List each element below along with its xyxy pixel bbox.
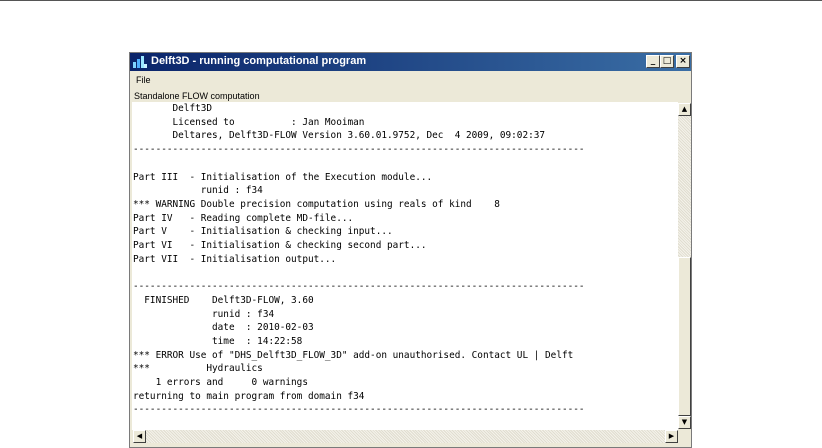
- output-line: date : 2010-02-03: [133, 322, 314, 334]
- output-line: 1 errors and 0 warnings: [133, 377, 308, 389]
- window-titlebar[interactable]: Delft3D - running computational program …: [130, 53, 691, 71]
- output-line: Delft3D: [133, 103, 213, 114]
- arrow-left-icon[interactable]: ◀: [133, 430, 146, 443]
- status-label: Standalone FLOW computation: [134, 91, 260, 101]
- arrow-down-icon[interactable]: ▼: [678, 416, 691, 429]
- output-line: ----------------------------------------…: [133, 281, 585, 293]
- output-line: Part VII - Initialisation output...: [133, 253, 337, 265]
- output-line: returning to main program from domain f3…: [133, 390, 365, 402]
- output-line: runid : f34: [133, 185, 263, 197]
- output-line: Part V - Initialisation & checking input…: [133, 226, 393, 238]
- output-line: FINISHED Delft3D-FLOW, 3.60: [133, 294, 314, 306]
- horizontal-scroll-track[interactable]: [146, 430, 665, 443]
- output-line: Part VI - Initialisation & checking seco…: [133, 240, 427, 252]
- output-line: Part IV - Reading complete MD-file...: [133, 212, 354, 224]
- output-line: time : 14:22:58: [133, 335, 303, 347]
- maximize-button[interactable]: □: [660, 55, 674, 68]
- window-title: Delft3D - running computational program: [151, 55, 367, 67]
- page-top-rule: [0, 0, 822, 1]
- delft3d-app-icon: [133, 56, 147, 68]
- output-line: *** WARNING Double precision computation…: [133, 198, 500, 210]
- arrow-up-icon[interactable]: ▲: [678, 103, 691, 116]
- output-log-text: Delft3D Licensed to : Jan Mooiman Deltar…: [132, 102, 678, 417]
- output-line: ----------------------------------------…: [133, 404, 585, 416]
- output-line: *** Hydraulics: [133, 363, 263, 375]
- vertical-scrollbar[interactable]: ▲ ▼: [678, 102, 691, 430]
- menu-file[interactable]: File: [136, 75, 151, 85]
- close-button[interactable]: ×: [676, 55, 690, 68]
- output-log[interactable]: Delft3D Licensed to : Jan Mooiman Deltar…: [132, 102, 678, 430]
- output-line: *** ERROR Use of "DHS_Delft3D_FLOW_3D" a…: [133, 349, 574, 361]
- minimize-button[interactable]: _: [646, 55, 660, 68]
- arrow-right-icon[interactable]: ▶: [665, 430, 678, 443]
- delft3d-window: Delft3D - running computational program …: [129, 52, 692, 448]
- output-line: runid : f34: [133, 308, 275, 320]
- output-line: Deltares, Delft3D-FLOW Version 3.60.01.9…: [133, 130, 546, 142]
- menu-bar: File: [130, 72, 691, 88]
- vertical-scroll-thumb[interactable]: [678, 257, 691, 416]
- output-line: Part III - Initialisation of the Executi…: [133, 171, 433, 183]
- vertical-scroll-track[interactable]: [678, 116, 691, 257]
- output-line: ----------------------------------------…: [133, 144, 585, 156]
- horizontal-scrollbar[interactable]: ◀ ▶: [132, 430, 678, 443]
- output-line: Licensed to : Jan Mooiman: [133, 116, 365, 128]
- scrollbar-corner: [678, 430, 691, 443]
